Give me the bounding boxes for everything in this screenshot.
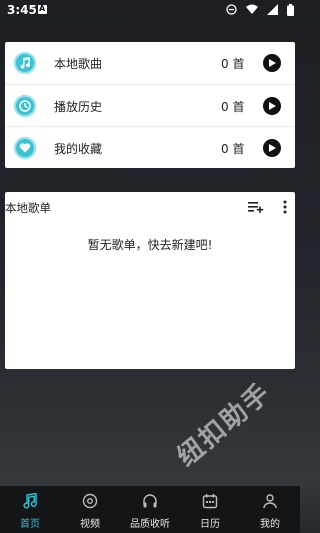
tab-calendar[interactable]: 日历 xyxy=(180,486,240,533)
tab-label: 视频 xyxy=(80,519,100,530)
headphones-icon xyxy=(143,494,157,508)
list-item-favorites[interactable]: 我的收藏 0 首 xyxy=(5,126,295,169)
calendar-icon xyxy=(202,494,218,509)
status-time: 3:45 xyxy=(7,3,37,17)
empty-playlist-message: 暂无歌单，快去新建吧! xyxy=(87,238,213,252)
list-item-local-songs[interactable]: 本地歌曲 0 首 xyxy=(5,42,295,84)
add-playlist-icon[interactable] xyxy=(248,201,264,213)
heart-icon xyxy=(14,137,36,159)
tab-label: 我的 xyxy=(260,519,280,530)
tab-label: 品质收听 xyxy=(130,519,170,530)
tab-video[interactable]: 视频 xyxy=(60,486,120,533)
bottom-nav: 首页 视频 品质收听 日历 我的 xyxy=(0,486,300,533)
play-button[interactable] xyxy=(263,97,281,115)
do-not-disturb-icon xyxy=(226,4,237,15)
list-item-label: 我的收藏 xyxy=(54,142,103,156)
music-note-icon xyxy=(23,493,37,509)
battery-icon xyxy=(287,4,294,16)
play-button[interactable] xyxy=(263,139,281,157)
profile-icon xyxy=(263,494,277,509)
video-icon xyxy=(82,493,98,509)
playlist-card: 本地歌单 暂无歌单，快去新建吧! xyxy=(5,192,295,369)
tab-quality-listening[interactable]: 品质收听 xyxy=(120,486,180,533)
notification-icon: A xyxy=(38,4,47,14)
status-bar: 3:45 A xyxy=(0,0,300,22)
tab-profile[interactable]: 我的 xyxy=(240,486,300,533)
tab-label: 日历 xyxy=(200,519,220,530)
song-count: 0 首 xyxy=(221,142,245,156)
song-count: 0 首 xyxy=(221,57,245,71)
signal-icon xyxy=(266,4,278,15)
list-item-play-history[interactable]: 播放历史 0 首 xyxy=(5,84,295,127)
quick-list-card: 本地歌曲 0 首 播放历史 0 首 我的收藏 0 首 xyxy=(5,42,295,168)
list-item-label: 播放历史 xyxy=(54,100,103,114)
tab-label: 首页 xyxy=(20,519,40,530)
playlist-title: 本地歌单 xyxy=(5,201,51,215)
play-button[interactable] xyxy=(263,54,281,72)
watermark: 纽扣助手 xyxy=(171,377,277,473)
song-count: 0 首 xyxy=(221,100,245,114)
list-item-label: 本地歌曲 xyxy=(54,57,103,71)
status-icons xyxy=(222,4,294,16)
tab-home[interactable]: 首页 xyxy=(0,486,60,533)
clock-icon xyxy=(14,95,36,117)
wifi-icon xyxy=(245,4,258,14)
music-note-icon xyxy=(14,52,36,74)
more-vertical-icon[interactable] xyxy=(283,200,287,214)
